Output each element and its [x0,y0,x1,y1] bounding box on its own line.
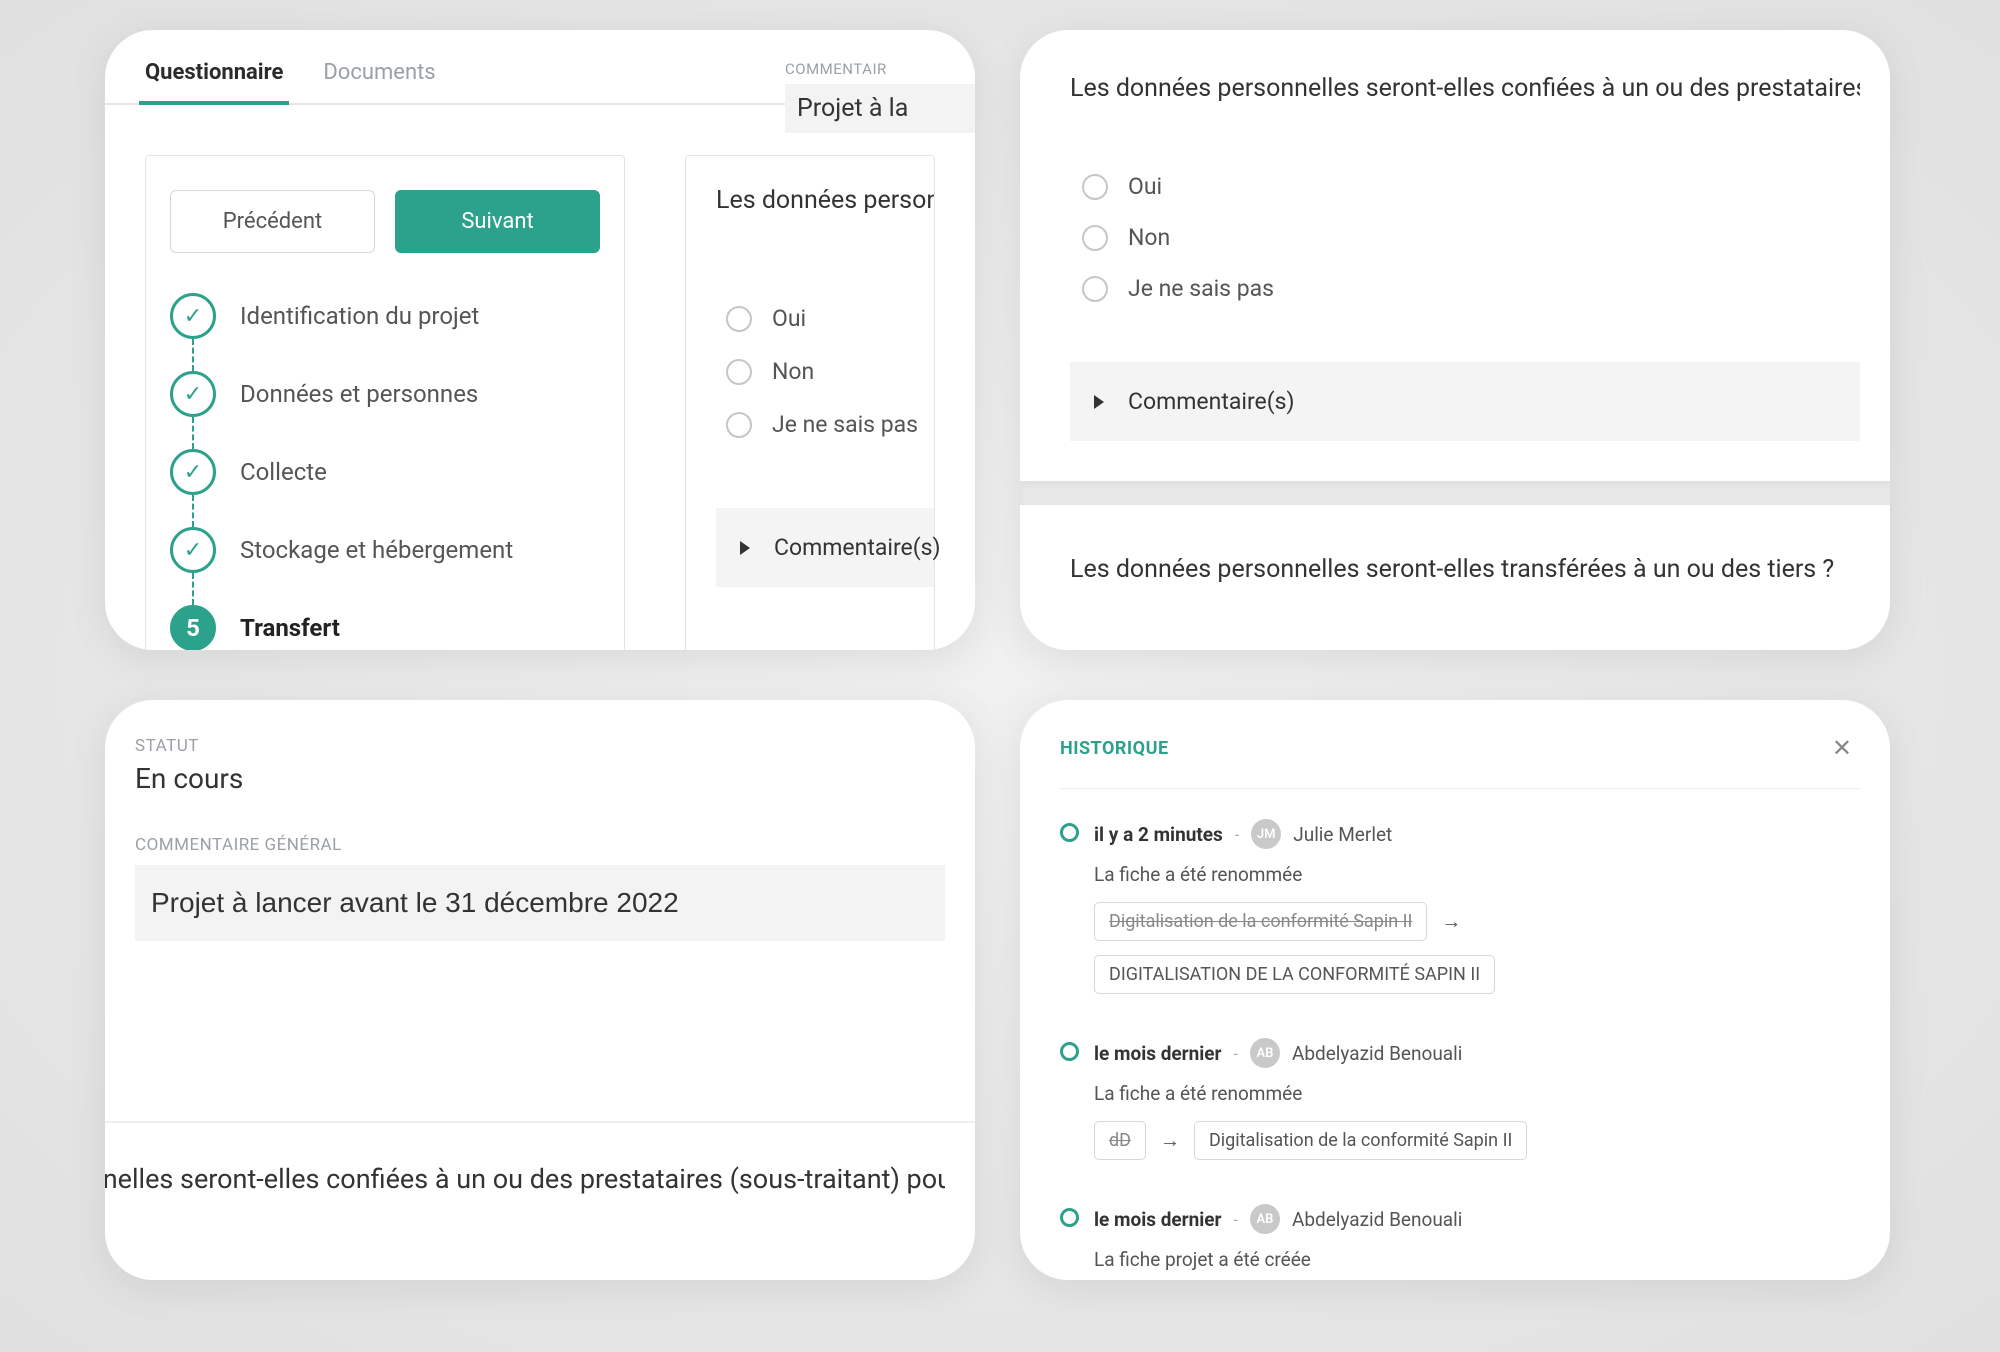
history-time: le mois dernier [1094,1208,1222,1231]
avatar: JM [1251,819,1281,849]
history-user: Abdelyazid Benouali [1292,1042,1462,1065]
question-text: Les données personnelles s [716,186,934,215]
status-label: STATUT [135,736,945,756]
question-text: Les données personnelles seront-elles tr… [1070,555,1880,584]
radio-option-unknown[interactable]: Je ne sais pas [726,411,934,438]
step-label: Transfert [240,614,340,642]
history-user: Abdelyazid Benouali [1292,1208,1462,1231]
radio-icon [1082,174,1108,200]
history-item: le mois dernier - AB Abdelyazid Benouali… [1060,1204,1860,1280]
radio-label: Je ne sais pas [772,411,918,438]
radio-option-yes[interactable]: Oui [726,305,934,332]
stepper-panel: Précédent Suivant ✓ Identification du pr… [145,155,625,650]
history-title: HISTORIQUE [1060,738,1169,759]
general-comment-label: COMMENTAIRE GÉNÉRAL [135,835,945,855]
comments-toggle[interactable]: Commentaire(s) [1070,362,1860,441]
step-item[interactable]: ✓ Collecte [170,449,600,495]
step-number: 5 [170,605,216,650]
history-list: il y a 2 minutes - JM Julie Merlet La fi… [1060,789,1860,1280]
status-card: STATUT En cours COMMENTAIRE GÉNÉRAL erso… [105,700,975,1280]
previous-button[interactable]: Précédent [170,190,375,253]
arrow-right-icon: → [1160,1128,1180,1153]
radio-icon [1082,276,1108,302]
check-icon: ✓ [170,371,216,417]
question-text: Les données personnelles seront-elles co… [1070,74,1860,103]
history-item: il y a 2 minutes - JM Julie Merlet La fi… [1060,819,1860,1038]
history-item: le mois dernier - AB Abdelyazid Benouali… [1060,1038,1860,1204]
history-card: HISTORIQUE ✕ il y a 2 minutes - JM Julie… [1020,700,1890,1280]
radio-icon [1082,225,1108,251]
history-time: il y a 2 minutes [1094,823,1223,846]
comment-preview-label: COMMENTAIR [785,60,975,78]
radio-group: Oui Non Je ne sais pas [716,305,934,438]
history-description: La fiche a été renommée [1094,1082,1860,1105]
avatar: AB [1250,1038,1280,1068]
old-value-chip: dD [1094,1121,1146,1160]
check-icon: ✓ [170,449,216,495]
comments-toggle[interactable]: Commentaire(s) [716,508,934,587]
radio-option-unknown[interactable]: Je ne sais pas [1082,275,1860,302]
avatar: AB [1250,1204,1280,1234]
radio-icon [726,306,752,332]
radio-icon [726,412,752,438]
comments-label: Commentaire(s) [1128,388,1294,415]
radio-label: Oui [1128,173,1162,200]
questions-card: Les données personnelles seront-elles co… [1020,30,1890,650]
status-value: En cours [135,762,945,795]
next-button[interactable]: Suivant [395,190,600,253]
step-item[interactable]: ✓ Stockage et hébergement [170,527,600,573]
step-label: Collecte [240,458,327,486]
chevron-right-icon [740,541,750,555]
radio-label: Oui [772,305,806,332]
old-value-chip: Digitalisation de la conformité Sapin II [1094,902,1427,941]
history-user: Julie Merlet [1293,823,1392,846]
radio-option-yes[interactable]: Oui [1082,173,1860,200]
step-label: Identification du projet [240,302,479,330]
meta-separator: - [1235,825,1239,844]
meta-separator: - [1234,1210,1238,1229]
step-item[interactable]: ✓ Données et personnes [170,371,600,417]
questionnaire-card: Questionnaire Documents COMMENTAIR Proje… [105,30,975,650]
history-time: le mois dernier [1094,1042,1222,1065]
comments-label: Commentaire(s) [774,534,940,561]
question-panel: Les données personnelles s Oui Non Je ne… [685,155,935,650]
divider [105,1121,975,1123]
section-divider [1020,481,1890,505]
check-icon: ✓ [170,527,216,573]
radio-label: Non [1128,224,1170,251]
radio-icon [726,359,752,385]
new-value-chip: DIGITALISATION DE LA CONFORMITÉ SAPIN II [1094,955,1495,994]
check-icon: ✓ [170,293,216,339]
general-comment-input[interactable] [135,865,945,941]
step-label: Stockage et hébergement [240,536,513,564]
close-icon[interactable]: ✕ [1824,730,1860,766]
history-description: La fiche a été renommée [1094,863,1860,886]
step-list: ✓ Identification du projet ✓ Données et … [170,293,600,650]
step-item[interactable]: ✓ Identification du projet [170,293,600,339]
step-item-current[interactable]: 5 Transfert [170,605,600,650]
step-label: Données et personnes [240,380,478,408]
new-value-chip: Digitalisation de la conformité Sapin II [1194,1121,1527,1160]
meta-separator: - [1234,1044,1238,1063]
radio-label: Je ne sais pas [1128,275,1274,302]
radio-option-no[interactable]: Non [726,358,934,385]
radio-option-no[interactable]: Non [1082,224,1860,251]
tab-documents[interactable]: Documents [323,60,435,103]
radio-label: Non [772,358,814,385]
tab-questionnaire[interactable]: Questionnaire [145,60,283,103]
history-description: La fiche projet a été créée [1094,1248,1860,1271]
question-text: ersonnelles seront-elles confiées à un o… [105,1163,945,1195]
radio-group: Oui Non Je ne sais pas [1070,173,1860,302]
arrow-right-icon: → [1441,909,1461,934]
chevron-right-icon [1094,395,1104,409]
